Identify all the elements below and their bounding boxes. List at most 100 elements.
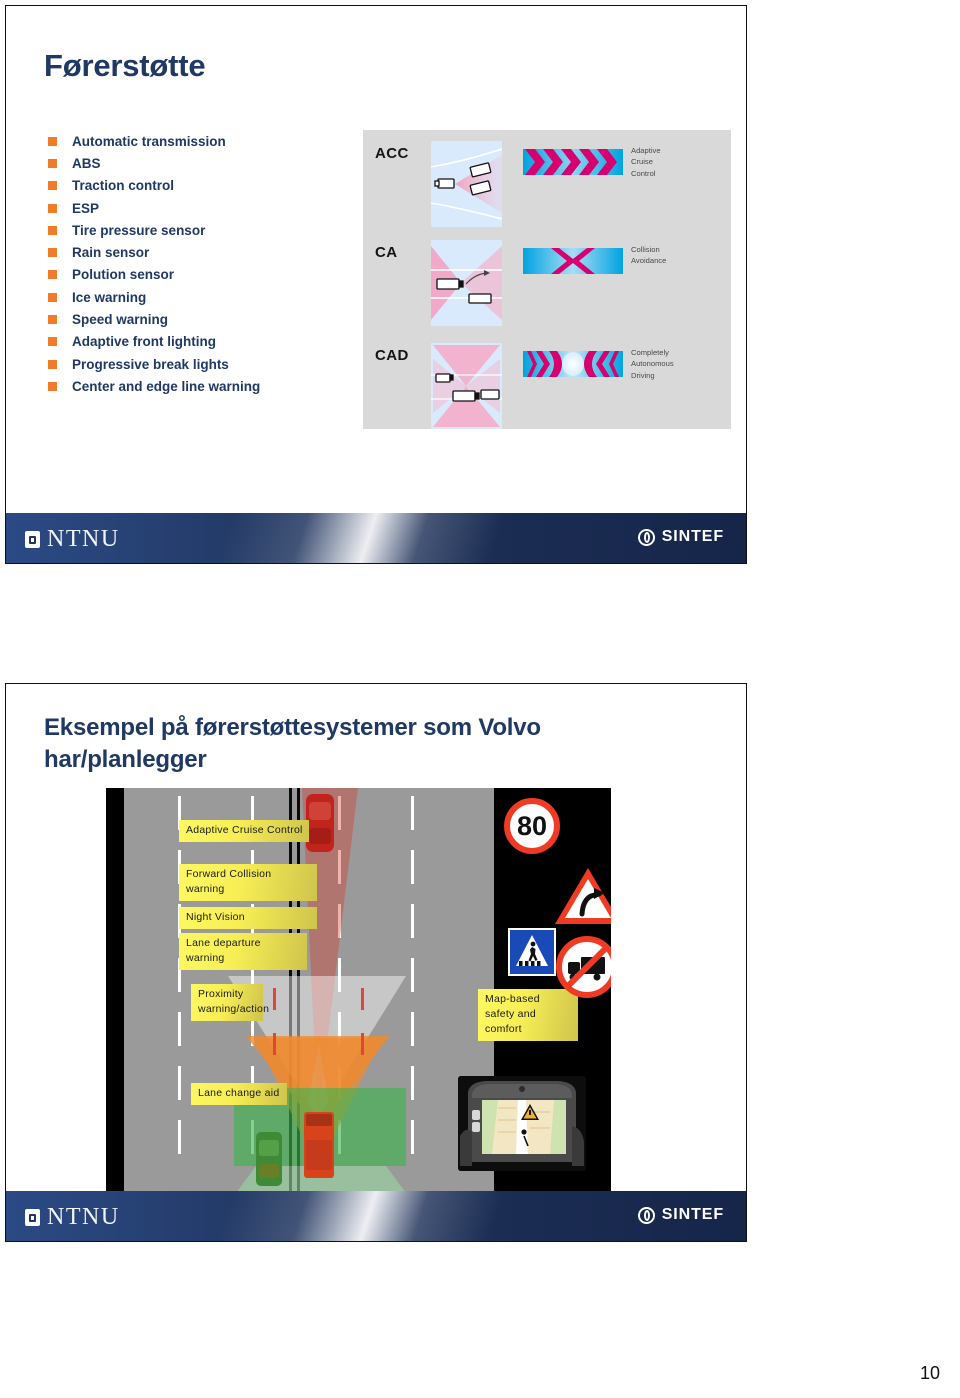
feature-bullet-label: Traction control [72, 178, 175, 194]
feature-bullet-label: Progressive break lights [72, 356, 229, 372]
slide-1: Førerstøtte Automatic transmission ABS Tra… [5, 5, 747, 564]
ntnu-badge-icon [25, 1209, 40, 1226]
diagram-caption-line: Collision [631, 245, 660, 254]
feature-bullet-item: Ice warning [48, 286, 260, 308]
ntnu-badge-icon [25, 531, 40, 548]
slide-1-body: Førerstøtte Automatic transmission ABS Tra… [6, 6, 746, 513]
speed-limit-value: 80 [516, 810, 548, 841]
callout-adaptive-cruise-control: Adaptive Cruise Control [179, 820, 309, 842]
ntnu-logo-text: NTNU [47, 1204, 120, 1230]
bullet-square-icon [48, 225, 57, 235]
navigation-device-photo [458, 1076, 586, 1171]
sintef-logo: SINTEF [637, 1206, 724, 1224]
diagram-caption-line: Control [631, 168, 656, 178]
feature-bullet-label: Center and edge line warning [72, 378, 261, 394]
diagram-caption-line: Cruise [631, 157, 653, 167]
diagram-caption-line: Driving [631, 370, 655, 380]
diagram-row-acc-code: ACC [375, 145, 409, 162]
diagram-row-ca: CA Collision Avoidance [363, 240, 731, 326]
diagram-row-ca-band [523, 248, 623, 274]
feature-bullet-item: Traction control [48, 175, 260, 197]
slide-2-title: Eksempel på førerstøttesystemer som Volv… [44, 714, 541, 773]
diagram-row-cad-illustration [431, 343, 502, 429]
feature-bullet-label: Automatic transmission [72, 133, 226, 149]
bullet-square-icon [48, 315, 57, 325]
speed-limit-80-sign: 80 [504, 798, 560, 854]
slide-2-body: Eksempel på førerstøttesystemer som Volv… [6, 684, 746, 1191]
bullet-square-icon [48, 248, 57, 258]
driver-support-levels-diagram: ACC Adaptive Cruise Control CA Collision… [363, 130, 731, 429]
curve-ahead-warning-sign [555, 868, 611, 924]
no-trucks-sign [556, 936, 611, 998]
feature-bullet-item: ESP [48, 197, 260, 219]
sintef-mark-icon [637, 528, 655, 546]
adjacent-car-green [256, 1132, 282, 1186]
bullet-square-icon [48, 181, 57, 191]
document-page: Førerstøtte Automatic transmission ABS Tra… [0, 0, 960, 1398]
ntnu-logo: NTNU [25, 526, 120, 553]
feature-bullet-item: Progressive break lights [48, 353, 260, 375]
feature-bullet-label: Ice warning [72, 289, 147, 305]
feature-bullet-list: Automatic transmission ABS Traction contro… [48, 130, 260, 398]
page-number: 10 [919, 1363, 940, 1383]
feature-bullet-item: Rain sensor [48, 241, 260, 263]
diagram-row-acc-caption: Adaptive Cruise Control [631, 145, 661, 179]
feature-bullet-label: Rain sensor [72, 245, 150, 261]
diagram-row-cad-code: CAD [375, 347, 409, 364]
diagram-row-cad: CAD Completely Autonomous Driving [363, 343, 731, 429]
sintef-logo: SINTEF [637, 528, 724, 546]
bullet-square-icon [48, 359, 57, 369]
bullet-square-icon [48, 203, 57, 213]
bullet-square-icon [48, 136, 57, 146]
callout-forward-collision-warning: Forward Collision warning [179, 864, 317, 901]
sintef-mark-icon [637, 1206, 655, 1224]
diagram-row-acc: ACC Adaptive Cruise Control [363, 141, 731, 227]
ego-truck-orange [304, 1112, 334, 1178]
feature-bullet-item: Polution sensor [48, 264, 260, 286]
diagram-row-ca-caption: Collision Avoidance [631, 244, 666, 267]
feature-bullet-label: Speed warning [72, 312, 169, 328]
sintef-logo-text: SINTEF [661, 1206, 724, 1223]
diagram-caption-line: Completely [631, 348, 669, 357]
diagram-row-acc-illustration [431, 141, 502, 227]
feature-bullet-label: Adaptive front lighting [72, 334, 216, 350]
feature-bullet-label: Tire pressure sensor [72, 222, 206, 238]
feature-bullet-label: ESP [72, 200, 100, 216]
feature-bullet-item: ABS [48, 152, 260, 174]
feature-bullet-item: Tire pressure sensor [48, 219, 260, 241]
diagram-caption-line: Avoidance [631, 256, 667, 266]
feature-bullet-item: Adaptive front lighting [48, 331, 260, 353]
feature-bullet-item: Automatic transmission [48, 130, 260, 152]
slide-2-footer: NTNU SINTEF [6, 1191, 746, 1241]
bullet-square-icon [48, 270, 57, 280]
feature-bullet-item: Center and edge line warning [48, 375, 260, 397]
feature-bullet-label: Polution sensor [72, 267, 175, 283]
diagram-row-acc-band [523, 149, 623, 175]
diagram-row-cad-caption: Completely Autonomous Driving [631, 347, 674, 381]
callout-night-vision: Night Vision [179, 907, 317, 929]
feature-bullet-item: Speed warning [48, 308, 260, 330]
bullet-square-icon [48, 292, 57, 302]
slide-1-title: Førerstøtte [44, 48, 206, 83]
lead-car-red [306, 794, 334, 852]
bullet-square-icon [48, 381, 57, 391]
diagram-caption-line: Autonomous [631, 359, 674, 369]
bullet-square-icon [48, 158, 57, 168]
volvo-driver-support-illustration: Adaptive Cruise Control Forward Collisio… [106, 788, 611, 1191]
sintef-logo-text: SINTEF [661, 528, 724, 545]
diagram-row-cad-band [523, 351, 623, 377]
feature-bullet-label: ABS [72, 155, 101, 171]
callout-lane-change-aid: Lane change aid [191, 1083, 287, 1105]
pedestrian-crossing-sign [508, 928, 556, 976]
slide-2: Eksempel på førerstøttesystemer som Volv… [5, 683, 747, 1242]
callout-lane-departure-warning: Lane departure warning [179, 933, 307, 970]
callout-proximity-warning-action: Proximity warning/action [191, 984, 269, 1021]
navigation-device-render [458, 1076, 586, 1171]
pedestrian-crossing-glyph [516, 935, 548, 966]
bullet-square-icon [48, 337, 57, 347]
diagram-row-ca-code: CA [375, 244, 398, 261]
diagram-caption-line: Adaptive [631, 146, 661, 155]
ntnu-logo: NTNU [25, 1204, 120, 1231]
diagram-row-ca-illustration [431, 240, 502, 326]
slide-1-footer: NTNU SINTEF [6, 513, 746, 563]
